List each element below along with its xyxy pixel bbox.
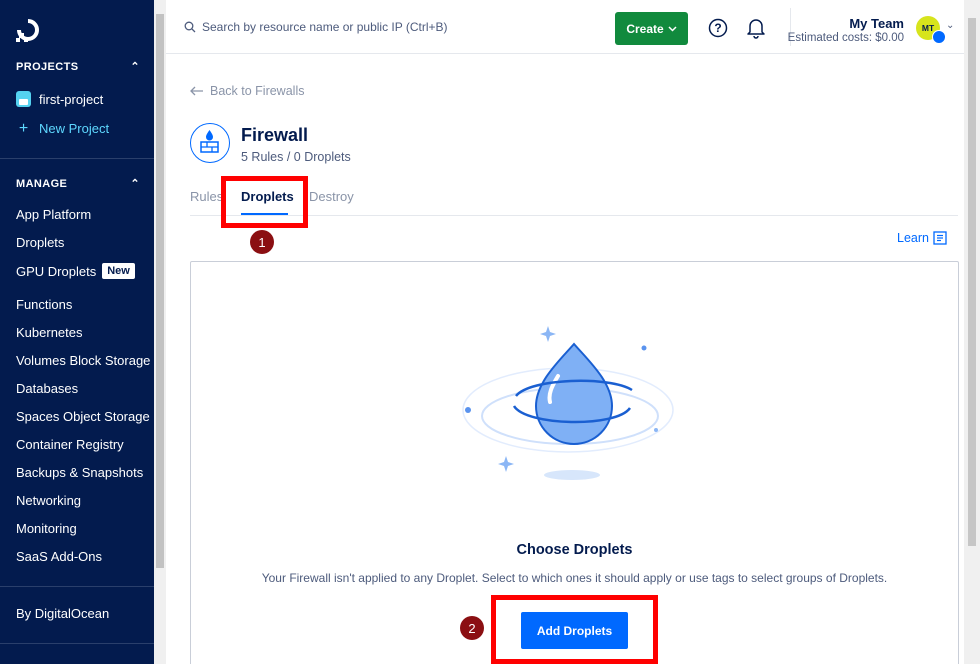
create-button[interactable]: Create (615, 12, 688, 45)
sidebar-item-app-platform[interactable]: App Platform (16, 207, 91, 222)
scrollbar-thumb[interactable] (968, 18, 976, 546)
tab-rules[interactable]: Rules (190, 189, 223, 204)
arrow-left-icon (190, 86, 203, 96)
sidebar-item-backups[interactable]: Backups & Snapshots (16, 465, 143, 480)
bell-icon[interactable] (746, 17, 766, 39)
sidebar-item-monitoring[interactable]: Monitoring (16, 521, 77, 536)
sidebar-item-networking[interactable]: Networking (16, 493, 81, 508)
empty-state-title: Choose Droplets (516, 542, 633, 558)
plus-icon: + (18, 120, 29, 137)
sidebar-scrollbar[interactable] (154, 0, 166, 664)
step-marker-1: 1 (250, 230, 274, 254)
highlight-box-droplets-tab (221, 176, 308, 228)
firewall-icon (190, 123, 230, 163)
digitalocean-logo-icon[interactable] (16, 18, 40, 44)
project-icon (16, 91, 31, 107)
new-project-link[interactable]: + New Project (16, 120, 109, 137)
tab-destroy[interactable]: Destroy (309, 189, 354, 204)
svg-text:?: ? (714, 21, 721, 35)
manage-heading[interactable]: MANAGE ⌃ (16, 177, 140, 191)
empty-state-description: Your Firewall isn't applied to any Dropl… (261, 571, 888, 585)
sidebar-footer-link[interactable]: By DigitalOcean (16, 606, 109, 621)
page-title: Firewall (241, 125, 309, 145)
chevron-up-icon[interactable]: ⌃ (130, 60, 140, 73)
sidebar-item-databases[interactable]: Databases (16, 381, 78, 396)
learn-link[interactable]: Learn (897, 231, 947, 245)
book-icon (933, 231, 947, 245)
chevron-up-icon[interactable]: ⌃ (130, 177, 140, 190)
chevron-down-icon[interactable]: ⌄ (946, 20, 954, 31)
top-bar: Search by resource name or public IP (Ct… (166, 0, 964, 54)
estimated-costs: Estimated costs: $0.00 (787, 32, 904, 44)
page-subtitle: 5 Rules / 0 Droplets (241, 150, 351, 164)
search-icon (184, 21, 196, 33)
highlight-box-add-droplets (491, 595, 658, 664)
search-input[interactable]: Search by resource name or public IP (Ct… (184, 20, 448, 34)
team-name[interactable]: My Team (849, 16, 904, 31)
sidebar-item-container-registry[interactable]: Container Registry (16, 437, 124, 452)
sidebar-item-saas-addons[interactable]: SaaS Add-Ons (16, 549, 102, 564)
sidebar-item-kubernetes[interactable]: Kubernetes (16, 325, 83, 340)
sidebar-divider (0, 586, 154, 587)
droplet-illustration-icon (462, 326, 674, 480)
sidebar-divider (0, 643, 154, 644)
sidebar-item-droplets[interactable]: Droplets (16, 235, 64, 250)
sidebar-divider (0, 158, 154, 159)
sidebar-item-volumes[interactable]: Volumes Block Storage (16, 353, 150, 368)
firewall-icon (200, 130, 219, 153)
step-marker-2: 2 (460, 616, 484, 640)
sidebar-item-gpu-droplets[interactable]: GPU Droplets New (16, 263, 135, 279)
sidebar: PROJECTS ⌃ first-project + New Project M… (0, 0, 154, 664)
help-icon[interactable]: ? (708, 18, 728, 38)
page-scrollbar[interactable] (964, 0, 980, 664)
new-badge: New (102, 263, 135, 279)
user-badge-icon (932, 30, 946, 44)
back-to-firewalls-link[interactable]: Back to Firewalls (190, 84, 304, 98)
scrollbar-thumb[interactable] (156, 14, 164, 568)
projects-heading[interactable]: PROJECTS ⌃ (16, 60, 140, 74)
sidebar-project-first-project[interactable]: first-project (16, 91, 103, 107)
sidebar-item-functions[interactable]: Functions (16, 297, 72, 312)
sidebar-item-spaces[interactable]: Spaces Object Storage (16, 409, 150, 424)
chevron-down-icon (668, 25, 677, 32)
